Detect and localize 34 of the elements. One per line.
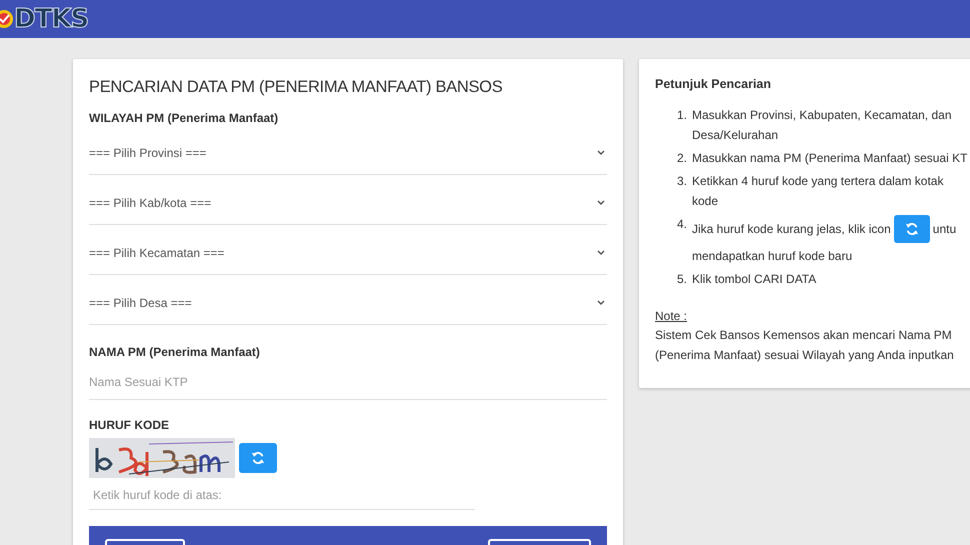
step-text: Ketikkan 4 huruf kode yang tertera dalam kotak kode [692, 174, 944, 208]
step-text: Klik tombol CARI DATA [692, 272, 816, 286]
step-number: 1. [676, 107, 687, 124]
step-text: Masukkan Provinsi, Kabupaten, Kecamatan, dan Desa/Kelurahan [692, 108, 952, 142]
name-label: NAMA PM (Penerima Manfaat) [89, 345, 261, 359]
chevron-icon [597, 150, 605, 156]
step-number: 4. [676, 216, 687, 233]
refresh-icon [904, 222, 919, 236]
chevron-icon [597, 250, 605, 256]
refresh-icon [251, 451, 265, 465]
form-title: PENCARIAN DATA PM (PENERIMA MANFAAT) BANSOS [89, 78, 504, 97]
refresh-button[interactable] [239, 443, 277, 473]
step-number: 5. [676, 271, 687, 288]
logo-text: DTKS [14, 4, 88, 34]
step-number: 2. [676, 150, 687, 167]
chevron-icon [597, 300, 605, 306]
chevron-icon [597, 200, 605, 206]
note-text: Sistem Cek Bansos Kemensos akan mencari Nama PM (Penerima Manfaat) sesuai Wilayah yang Anda inputkan [655, 327, 955, 364]
region-select[interactable]: === Pilih Kecamatan === [89, 232, 607, 275]
step-text: mendapatkan huruf kode baru [692, 248, 854, 265]
step-text: Jika huruf kode kurang jelas, klik icon [692, 221, 891, 238]
region-label: WILAYAH PM (Penerima Manfaat) [89, 111, 280, 125]
code-field[interactable]: Ketik huruf kode di atas: [89, 480, 475, 510]
name-field[interactable]: Nama Sesuai KTP [89, 365, 607, 400]
step-text: untu [932, 221, 956, 238]
region-select[interactable]: === Pilih Provinsi === [89, 132, 607, 175]
region-select[interactable]: === Pilih Desa === [89, 282, 607, 325]
note-label: Note : [655, 309, 688, 323]
step-number: 3. [676, 173, 687, 190]
step-text: Masukkan nama PM (Penerima Manfaat) sesuai KT [692, 151, 968, 165]
help-title: Petunjuk Pencarian [655, 77, 772, 91]
code-label: HURUF KODE [89, 418, 170, 432]
check-badge-icon [0, 8, 14, 30]
region-select[interactable]: === Pilih Kab/kota === [89, 182, 607, 225]
